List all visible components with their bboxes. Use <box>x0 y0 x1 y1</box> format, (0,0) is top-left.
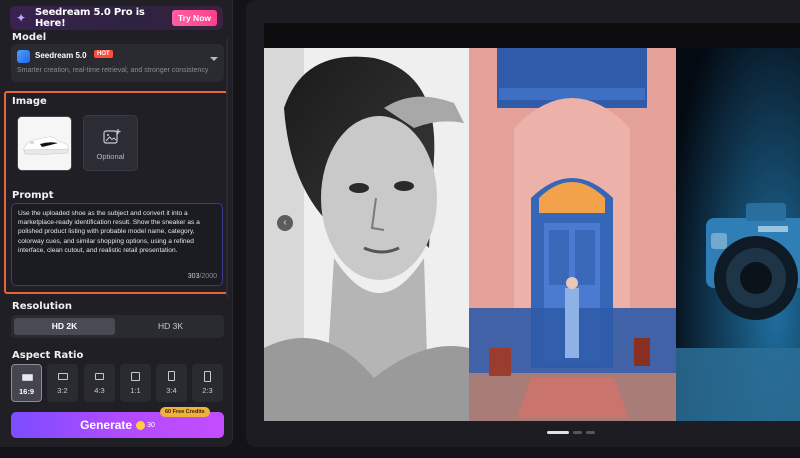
model-name: Seedream 5.0 <box>35 51 87 60</box>
ratio-3-4-icon <box>168 371 175 381</box>
aspect-ratio-section-label: Aspect Ratio <box>12 350 84 361</box>
hot-badge: HOT <box>94 50 113 58</box>
ratio-label: 2:3 <box>202 386 213 395</box>
try-now-button[interactable]: Try Now <box>171 10 217 26</box>
resolution-option-2k[interactable]: HD 2K <box>14 318 115 335</box>
chevron-down-icon <box>210 57 218 61</box>
free-credits-badge: 60 Free Credits <box>160 407 210 417</box>
model-section-label: Model <box>12 32 47 43</box>
ratio-option-1-1[interactable]: 1:1 <box>120 364 151 402</box>
sparkle-icon: ✦ <box>16 11 27 25</box>
carousel-prev-button[interactable]: ‹ <box>277 215 293 231</box>
portrait-illustration <box>264 48 469 421</box>
promo-banner[interactable]: ✦ Seedream 5.0 Pro is Here! Try Now <box>10 6 223 30</box>
resolution-toggle: HD 2K HD 3K <box>11 315 224 338</box>
carousel-dot-2[interactable] <box>573 431 582 434</box>
generate-label: Generate <box>80 418 133 432</box>
model-selector[interactable]: Seedream 5.0 HOT Smarter creation, real-… <box>11 44 224 82</box>
ratio-2-3-icon <box>204 371 211 382</box>
settings-panel: ✦ Seedream 5.0 Pro is Here! Try Now Mode… <box>0 0 233 447</box>
carousel-dot-3[interactable] <box>586 431 595 434</box>
ratio-label: 3:2 <box>57 386 68 395</box>
resolution-section-label: Resolution <box>12 301 73 312</box>
generate-cost: 30 <box>147 421 155 429</box>
highlight-frame <box>4 91 228 294</box>
camera-illustration <box>676 48 800 421</box>
coin-icon <box>136 420 146 430</box>
aspect-ratio-options: 16:9 3:2 4:3 1:1 3:4 2:3 <box>11 364 224 402</box>
preview-stage <box>264 23 800 421</box>
ratio-3-2-icon <box>58 373 68 380</box>
ratio-label: 1:1 <box>130 386 141 395</box>
ratio-option-4-3[interactable]: 4:3 <box>84 364 115 402</box>
door-illustration <box>469 48 676 421</box>
example-image-camera <box>676 48 800 421</box>
ratio-option-16-9[interactable]: 16:9 <box>11 364 42 402</box>
carousel-dot-1[interactable] <box>547 431 569 434</box>
ratio-option-2-3[interactable]: 2:3 <box>192 364 223 402</box>
app-root: ✦ Seedream 5.0 Pro is Here! Try Now Mode… <box>0 0 800 458</box>
ratio-label: 16:9 <box>18 387 34 396</box>
resolution-option-3k[interactable]: HD 3K <box>120 318 221 335</box>
ratio-option-3-2[interactable]: 3:2 <box>47 364 78 402</box>
panel-scrollbar[interactable] <box>226 38 228 298</box>
ratio-16-9-icon <box>22 374 33 381</box>
promo-text: Seedream 5.0 Pro is Here! <box>35 7 145 29</box>
example-image-portrait <box>264 48 469 421</box>
ratio-option-3-4[interactable]: 3:4 <box>156 364 187 402</box>
model-description: Smarter creation, real-time retrieval, a… <box>17 67 209 74</box>
ratio-label: 4:3 <box>94 386 105 395</box>
ratio-4-3-icon <box>95 373 104 380</box>
ratio-1-1-icon <box>131 372 140 381</box>
example-image-door <box>469 48 676 421</box>
ratio-label: 3:4 <box>166 386 177 395</box>
model-logo-icon <box>17 50 30 63</box>
